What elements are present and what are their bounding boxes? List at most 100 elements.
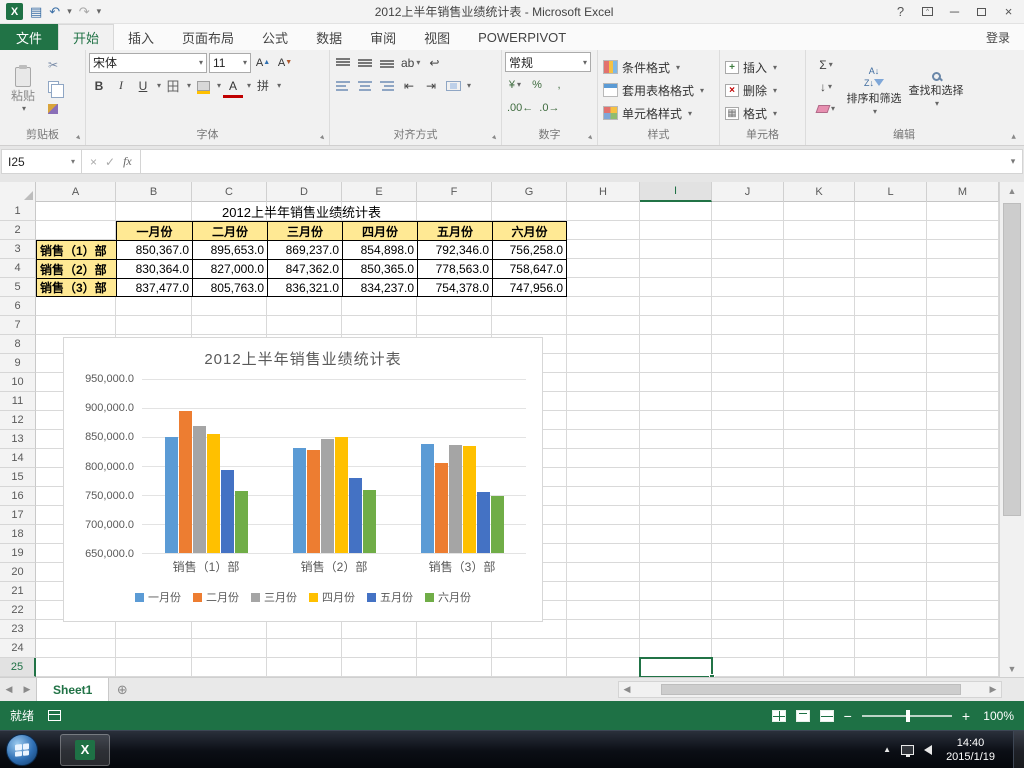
decrease-indent-icon[interactable]: ⇤ bbox=[399, 75, 419, 96]
bar-四月份-销售（3）部[interactable] bbox=[462, 446, 476, 553]
bar-二月份-销售（1）部[interactable] bbox=[178, 410, 192, 553]
grow-font-button[interactable]: A ▲ bbox=[253, 52, 273, 73]
cell-B4[interactable]: 830,364.0 bbox=[116, 259, 192, 278]
bar-三月份-销售（2）部[interactable] bbox=[320, 438, 334, 553]
cell-E2[interactable]: 四月份 bbox=[342, 221, 417, 240]
comma-style-icon[interactable]: , bbox=[549, 74, 569, 95]
horizontal-scrollbar[interactable]: ◀ ▶ bbox=[618, 681, 1002, 698]
ribbon-display-options-icon[interactable]: ^ bbox=[914, 1, 941, 23]
tab-视图[interactable]: 视图 bbox=[410, 24, 464, 50]
merge-center-icon[interactable] bbox=[443, 75, 463, 96]
zoom-in-icon[interactable]: + bbox=[962, 708, 970, 724]
row-header-16[interactable]: 16 bbox=[0, 487, 36, 506]
cell-E4[interactable]: 850,365.0 bbox=[342, 259, 417, 278]
clear-icon[interactable]: ▾ bbox=[809, 98, 843, 119]
borders-icon[interactable]: 田 bbox=[163, 75, 183, 96]
legend-item-六月份[interactable]: 六月份 bbox=[425, 589, 471, 605]
row-header-10[interactable]: 10 bbox=[0, 373, 36, 392]
column-header-K[interactable]: K bbox=[784, 182, 855, 202]
cell-F4[interactable]: 778,563.0 bbox=[417, 259, 492, 278]
fill-handle[interactable] bbox=[709, 674, 715, 677]
row-header-1[interactable]: 1 bbox=[0, 202, 36, 221]
row-header-23[interactable]: 23 bbox=[0, 620, 36, 639]
column-header-H[interactable]: H bbox=[567, 182, 640, 202]
show-desktop-button[interactable] bbox=[1013, 731, 1024, 768]
column-header-A[interactable]: A bbox=[36, 182, 116, 202]
cell-D4[interactable]: 847,362.0 bbox=[267, 259, 342, 278]
row-header-19[interactable]: 19 bbox=[0, 544, 36, 563]
cell-G3[interactable]: 756,258.0 bbox=[492, 240, 567, 259]
sheet-nav-right-icon[interactable]: ▶ bbox=[18, 684, 36, 695]
row-header-22[interactable]: 22 bbox=[0, 601, 36, 620]
cell-E3[interactable]: 854,898.0 bbox=[342, 240, 417, 259]
zoom-out-icon[interactable]: − bbox=[844, 708, 852, 724]
phonetic-guide-icon[interactable]: 拼 bbox=[253, 75, 273, 96]
wrap-text-icon[interactable]: ↩ bbox=[424, 52, 444, 73]
cell-B5[interactable]: 837,477.0 bbox=[116, 278, 192, 297]
align-right-icon[interactable] bbox=[377, 75, 397, 96]
find-select-button[interactable]: 查找和选择 ▾ bbox=[905, 52, 967, 128]
cancel-icon[interactable]: × bbox=[90, 155, 97, 169]
hscroll-thumb[interactable] bbox=[661, 684, 961, 695]
row-header-17[interactable]: 17 bbox=[0, 506, 36, 525]
column-header-J[interactable]: J bbox=[712, 182, 784, 202]
tab-页面布局[interactable]: 页面布局 bbox=[168, 24, 248, 50]
vertical-scrollbar[interactable]: ▲ ▼ bbox=[999, 182, 1024, 677]
orientation-icon[interactable]: ab ▾ bbox=[399, 52, 422, 73]
save-icon[interactable]: ▤ bbox=[30, 5, 42, 18]
align-top-icon[interactable] bbox=[333, 52, 353, 73]
column-header-D[interactable]: D bbox=[267, 182, 342, 202]
cell-C2[interactable]: 二月份 bbox=[192, 221, 267, 240]
shrink-font-button[interactable]: A ▼ bbox=[275, 52, 295, 73]
cell-C4[interactable]: 827,000.0 bbox=[192, 259, 267, 278]
taskbar-clock[interactable]: 14:40 2015/1/19 bbox=[942, 736, 999, 764]
cell-B3[interactable]: 850,367.0 bbox=[116, 240, 192, 259]
bar-三月份-销售（1）部[interactable] bbox=[192, 425, 206, 553]
autosum-icon[interactable]: Σ ▾ bbox=[809, 54, 843, 75]
bar-四月份-销售（2）部[interactable] bbox=[334, 436, 348, 553]
increase-decimal-icon[interactable]: .00 ← bbox=[505, 97, 535, 118]
row-header-9[interactable]: 9 bbox=[0, 354, 36, 373]
bar-一月份-销售（2）部[interactable] bbox=[292, 448, 306, 553]
formula-bar-expand-icon[interactable]: ▾ bbox=[1004, 150, 1022, 173]
increase-indent-icon[interactable]: ⇥ bbox=[421, 75, 441, 96]
row-header-2[interactable]: 2 bbox=[0, 221, 36, 240]
align-left-icon[interactable] bbox=[333, 75, 353, 96]
legend-item-三月份[interactable]: 三月份 bbox=[251, 589, 297, 605]
active-cell-selection[interactable] bbox=[639, 657, 715, 677]
number-dialog-launcher-icon[interactable]: ▸ bbox=[584, 131, 597, 144]
legend-item-四月份[interactable]: 四月份 bbox=[309, 589, 355, 605]
undo-icon[interactable]: ↶ bbox=[49, 5, 60, 18]
column-header-I[interactable]: I bbox=[640, 182, 712, 202]
align-middle-icon[interactable] bbox=[355, 52, 375, 73]
bar-六月份-销售（1）部[interactable] bbox=[234, 491, 248, 553]
bar-一月份-销售（1）部[interactable] bbox=[164, 436, 178, 553]
legend-item-二月份[interactable]: 二月份 bbox=[193, 589, 239, 605]
chart[interactable]: 2012上半年销售业绩统计表 950,000.0 900,000.0 850,000… bbox=[63, 337, 543, 622]
insert-function-icon[interactable]: fx bbox=[123, 154, 132, 169]
zoom-slider[interactable] bbox=[861, 709, 952, 722]
legend-item-一月份[interactable]: 一月份 bbox=[135, 589, 181, 605]
column-header-G[interactable]: G bbox=[492, 182, 567, 202]
cell-G5[interactable]: 747,956.0 bbox=[492, 278, 567, 297]
select-all-corner[interactable] bbox=[0, 182, 36, 202]
styles-button-2[interactable]: 单元格样式 ▾ bbox=[601, 103, 716, 124]
undo-dropdown-icon[interactable]: ▾ bbox=[67, 6, 72, 17]
sheet-nav-left-icon[interactable]: ◀ bbox=[0, 684, 18, 695]
tab-审阅[interactable]: 审阅 bbox=[356, 24, 410, 50]
excel-app-icon[interactable]: X bbox=[6, 3, 23, 20]
view-page-break-icon[interactable] bbox=[819, 709, 834, 722]
row-header-18[interactable]: 18 bbox=[0, 525, 36, 544]
bar-一月份-销售（3）部[interactable] bbox=[420, 444, 434, 553]
column-header-M[interactable]: M bbox=[927, 182, 999, 202]
cell-E5[interactable]: 834,237.0 bbox=[342, 278, 417, 297]
cut-icon[interactable]: ✂ bbox=[43, 54, 63, 75]
font-color-icon[interactable]: A bbox=[223, 75, 244, 98]
row-header-15[interactable]: 15 bbox=[0, 468, 36, 487]
close-button[interactable]: × bbox=[995, 1, 1022, 23]
start-button[interactable] bbox=[6, 733, 38, 766]
column-header-C[interactable]: C bbox=[192, 182, 267, 202]
bold-button[interactable]: B bbox=[89, 75, 109, 96]
formula-input[interactable] bbox=[141, 150, 1004, 173]
fill-down-icon[interactable]: ↓ ▾ bbox=[809, 76, 843, 97]
